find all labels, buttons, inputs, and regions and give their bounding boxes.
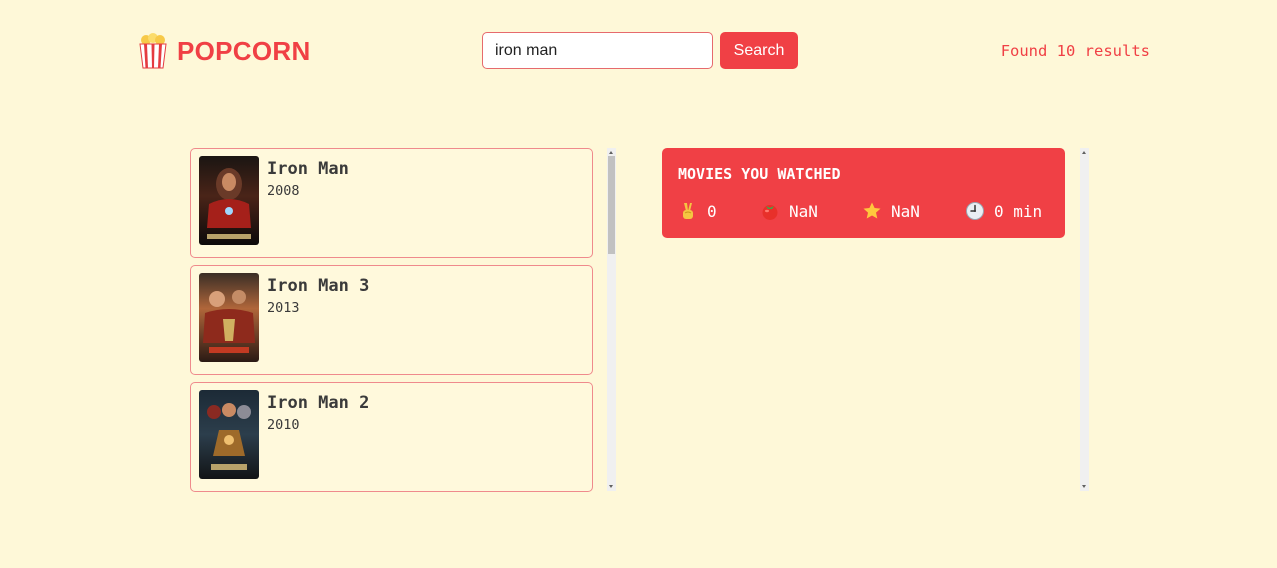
scroll-up-icon[interactable] bbox=[1082, 151, 1086, 154]
scroll-down-icon[interactable] bbox=[609, 485, 613, 488]
runtime-stat: 0 min bbox=[965, 201, 1042, 221]
star-icon bbox=[863, 202, 881, 219]
movie-title: Iron Man 2 bbox=[267, 393, 370, 413]
movie-title: Iron Man bbox=[267, 159, 349, 179]
movie-card[interactable]: Iron Man 3 2013 bbox=[190, 265, 593, 375]
movie-card[interactable]: Iron Man 2 2010 bbox=[190, 382, 593, 492]
search-input[interactable] bbox=[482, 32, 713, 69]
search-button[interactable]: Search bbox=[720, 32, 798, 69]
logo: POPCORN bbox=[138, 33, 311, 69]
movie-poster bbox=[199, 390, 259, 479]
movie-list: Iron Man 2008 Iron Man 3 2013 Iron Man 2… bbox=[190, 148, 593, 499]
tomato-icon bbox=[762, 205, 778, 220]
movie-year: 2013 bbox=[267, 300, 300, 316]
clock-icon bbox=[966, 202, 984, 220]
watched-summary: MOVIES YOU WATCHED 0 NaN NaN 0 min bbox=[662, 148, 1065, 238]
movie-year: 2008 bbox=[267, 183, 300, 199]
imdb-rating-stat: NaN bbox=[760, 201, 818, 221]
watched-count-value: 0 bbox=[707, 201, 717, 221]
movie-poster bbox=[199, 156, 259, 245]
runtime-value: 0 min bbox=[994, 201, 1043, 221]
popcorn-icon bbox=[139, 33, 167, 69]
user-rating-stat: NaN bbox=[862, 201, 920, 221]
scrollbar-thumb[interactable] bbox=[608, 156, 615, 254]
imdb-rating-value: NaN bbox=[789, 201, 818, 221]
user-rating-value: NaN bbox=[891, 201, 920, 221]
watched-count-stat: 0 bbox=[678, 201, 717, 221]
watched-list-scrollbar[interactable] bbox=[1080, 148, 1089, 491]
movie-year: 2010 bbox=[267, 417, 300, 433]
logo-text: POPCORN bbox=[177, 35, 311, 66]
results-count: Found 10 results bbox=[1000, 42, 1150, 60]
movie-list-scrollbar[interactable] bbox=[607, 148, 616, 491]
movie-poster bbox=[199, 273, 259, 362]
summary-title: MOVIES YOU WATCHED bbox=[678, 165, 841, 183]
movie-title: Iron Man 3 bbox=[267, 276, 370, 296]
scroll-down-icon[interactable] bbox=[1082, 485, 1086, 488]
scroll-up-icon[interactable] bbox=[609, 151, 613, 154]
movie-card[interactable]: Iron Man 2008 bbox=[190, 148, 593, 258]
victory-hand-icon bbox=[683, 203, 693, 219]
